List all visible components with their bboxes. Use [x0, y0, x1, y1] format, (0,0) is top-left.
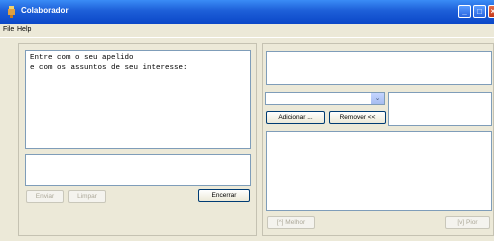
add-topic-button[interactable]: Adicionar ... [266, 111, 325, 124]
topic-display[interactable] [266, 51, 492, 85]
close-button[interactable]: × [488, 5, 494, 18]
selected-topic-list[interactable] [388, 92, 492, 126]
menu-file[interactable]: File [3, 26, 14, 33]
menu-separator [0, 37, 494, 38]
move-down-button[interactable]: [v] Pior [445, 216, 490, 229]
instructions-textarea[interactable]: Entre com o seu apelido e com os assunto… [25, 50, 251, 149]
title-bar[interactable]: Colaborador _ □ × [0, 0, 494, 24]
menu-bar: File Help [0, 24, 494, 37]
interests-list[interactable] [266, 131, 492, 211]
maximize-button[interactable]: □ [473, 5, 486, 18]
menu-help[interactable]: Help [17, 26, 31, 33]
move-up-button[interactable]: [^] Melhor [267, 216, 315, 229]
remove-topic-button[interactable]: Remover << [329, 111, 386, 124]
clear-button[interactable]: Limpar [68, 190, 106, 203]
close-session-button[interactable]: Encerrar [198, 189, 250, 202]
app-icon [8, 6, 15, 18]
window-title: Colaborador [21, 6, 69, 15]
app-window: Colaborador _ □ × File Help Entre com o … [0, 0, 494, 241]
minimize-button[interactable]: _ [458, 5, 471, 18]
send-button[interactable]: Enviar [26, 190, 64, 203]
topic-select[interactable]: ⌄ [265, 92, 385, 105]
message-input[interactable] [25, 154, 251, 186]
chevron-down-icon[interactable]: ⌄ [370, 93, 384, 104]
